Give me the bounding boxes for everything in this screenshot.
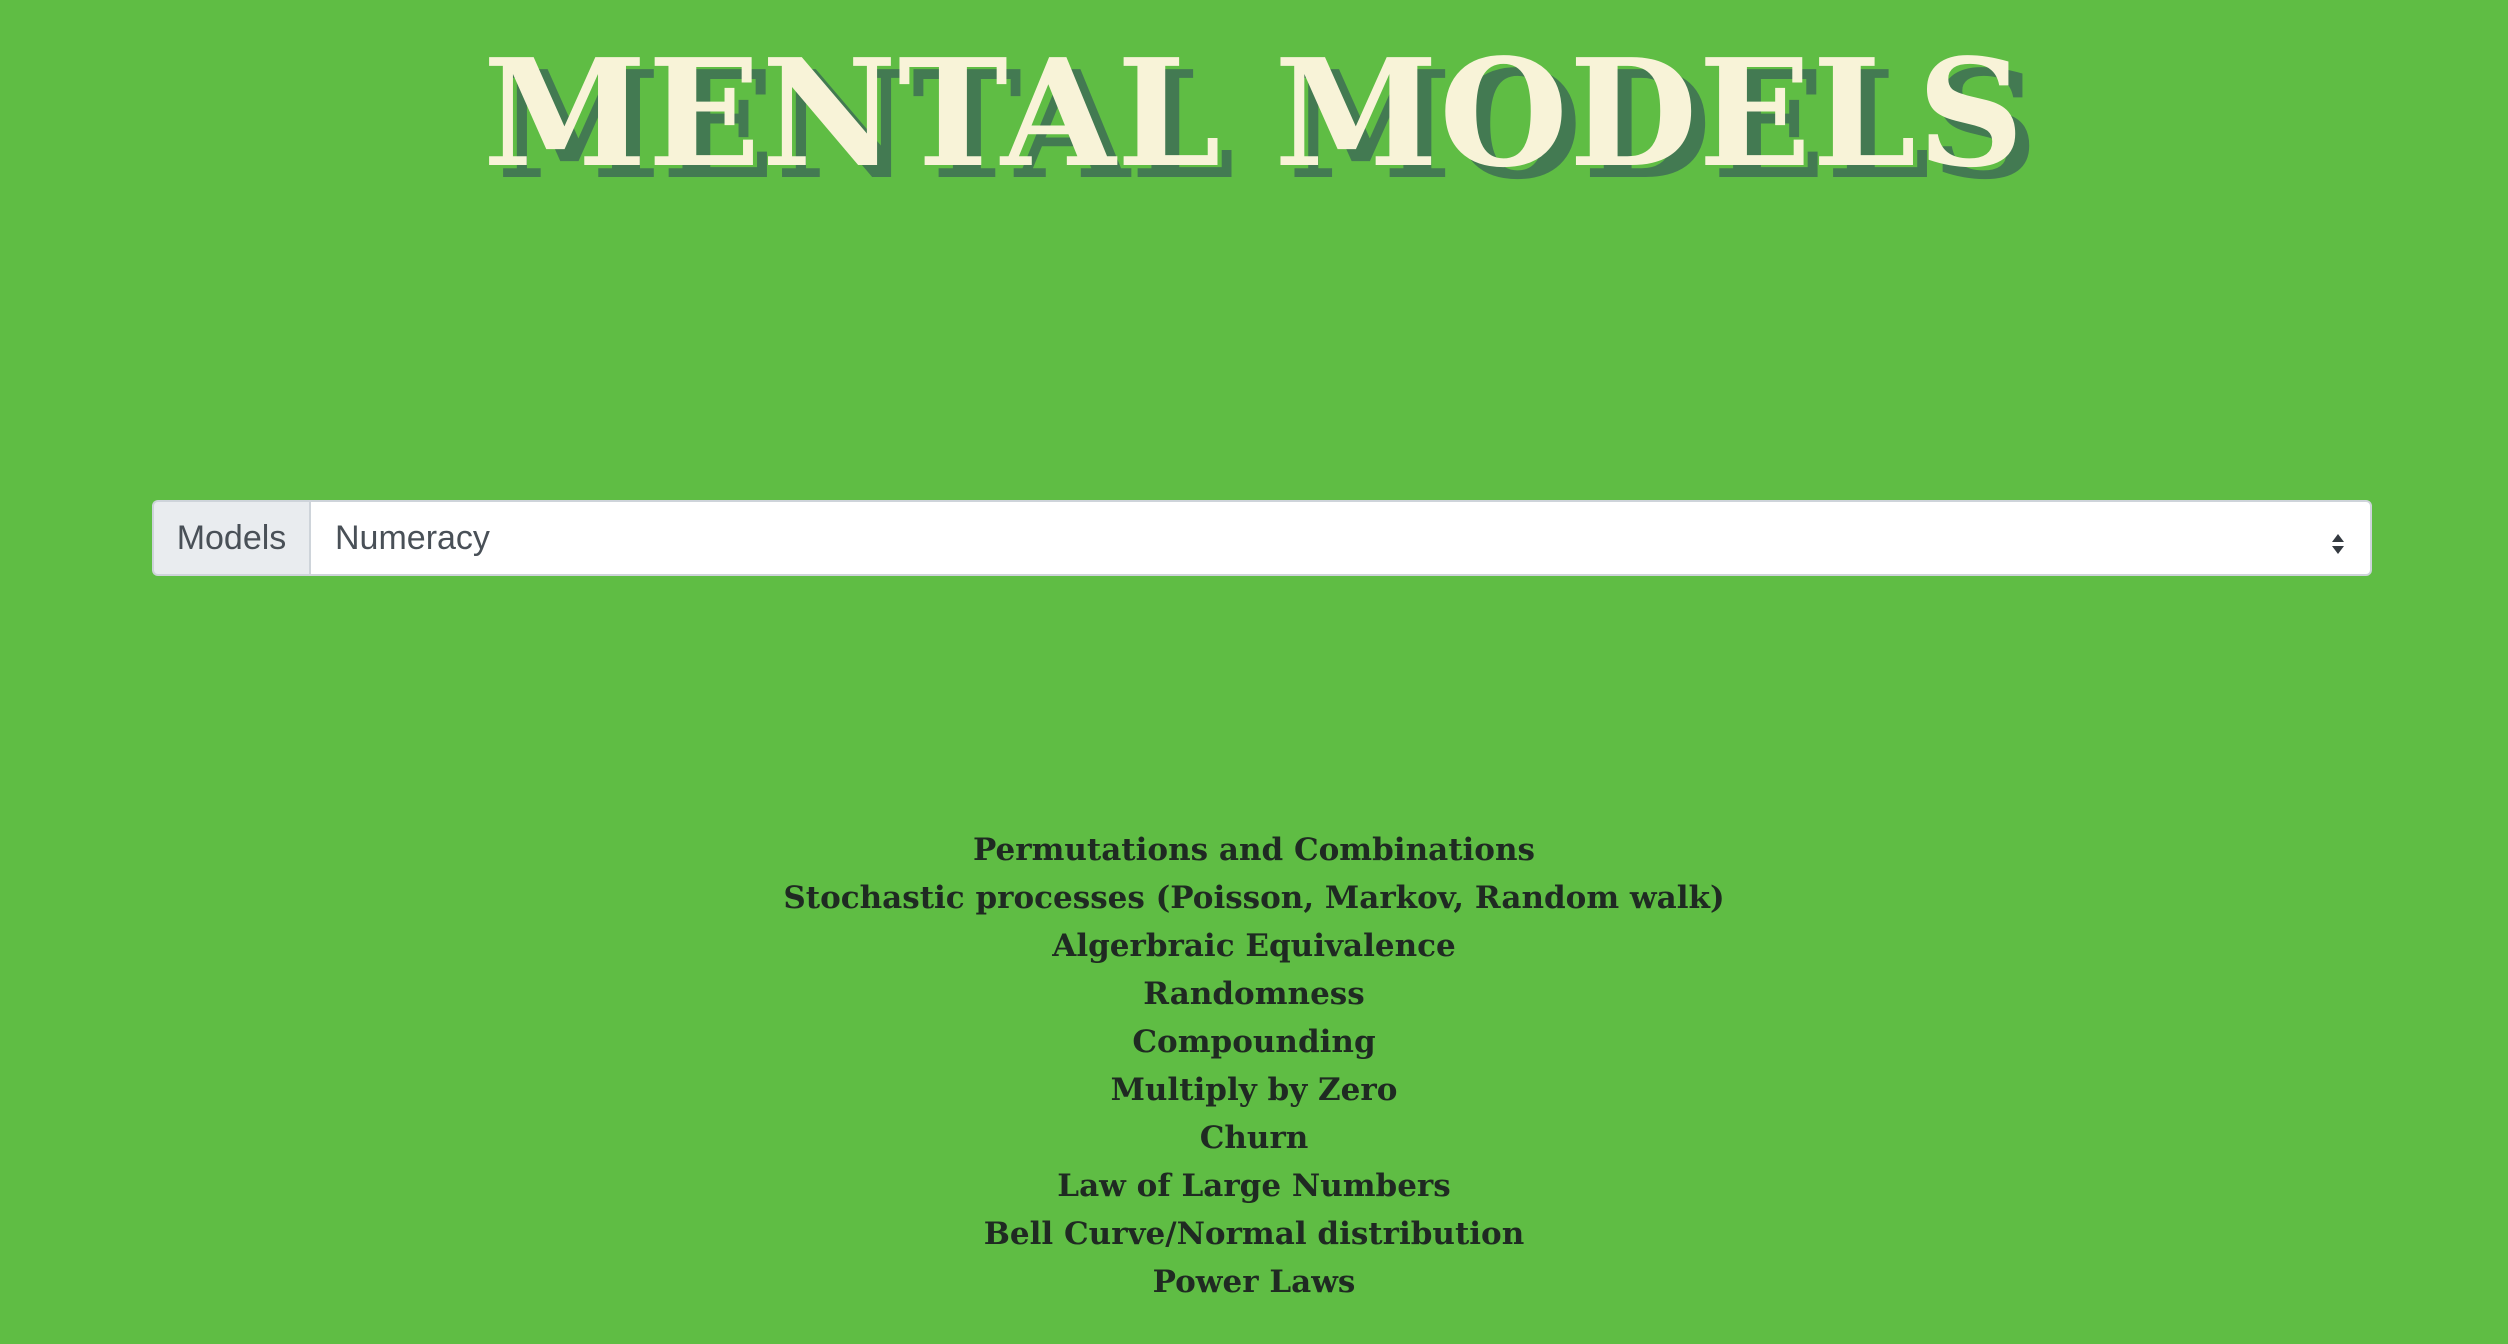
page-title: MENTAL MODELS [482,26,2026,200]
models-input-group: Models Numeracy [152,500,2372,576]
models-select-value: Numeracy [335,518,490,557]
list-item: Multiply by Zero [1110,1072,1398,1108]
models-select[interactable]: Numeracy [309,500,2372,576]
list-item: Stochastic processes (Poisson, Markov, R… [783,880,1725,916]
models-label: Models [152,500,309,576]
list-item: Randomness [1143,976,1365,1012]
list-item: Power Laws [1152,1264,1356,1300]
list-item: Compounding [1132,1024,1376,1060]
select-updown-arrows-icon [2330,526,2346,554]
model-list: Permutations and Combinations Stochastic… [0,826,2508,1306]
list-item: Permutations and Combinations [973,832,1535,868]
list-item: Law of Large Numbers [1057,1168,1451,1204]
list-item: Algerbraic Equivalence [1052,928,1456,964]
list-item: Bell Curve/Normal distribution [983,1216,1525,1252]
list-item: Churn [1199,1120,1309,1156]
